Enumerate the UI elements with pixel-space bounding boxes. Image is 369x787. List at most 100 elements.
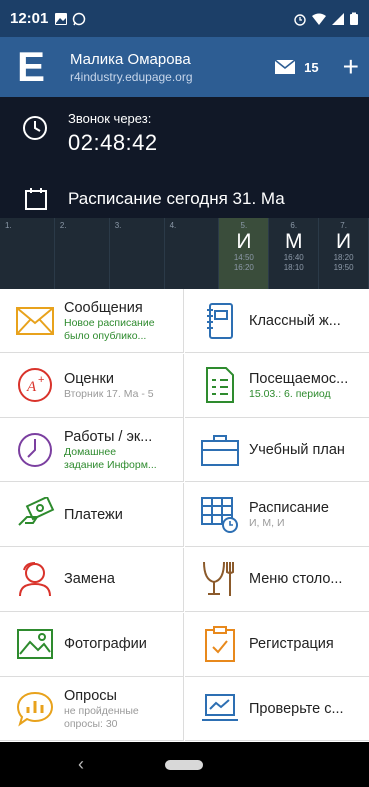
- tile-title: Расписание: [249, 500, 329, 517]
- tile-polls[interactable]: Опросы не пройденные опросы: 30: [0, 677, 184, 742]
- tile-homework[interactable]: Работы / эк... Домашнее задание Информ...: [0, 418, 184, 483]
- tile-photos[interactable]: Фотографии: [0, 612, 184, 677]
- tile-subtitle: было опублико...: [64, 329, 147, 342]
- tile-subtitle: Вторник 17. Ма - 5: [64, 387, 154, 400]
- whatsapp-icon: [73, 12, 86, 25]
- account-switcher[interactable]: Малика Омарова r4industry.edupage.org: [70, 51, 193, 84]
- tile-subtitle: не пройденные: [64, 704, 139, 717]
- slot-end-time: 18:10: [283, 263, 304, 272]
- clock-outline-icon: [14, 430, 56, 470]
- back-icon[interactable]: ‹: [78, 754, 84, 775]
- money-hand-icon: [14, 495, 56, 535]
- photo-icon: [14, 624, 56, 664]
- tile-registration[interactable]: Регистрация: [185, 613, 369, 677]
- tile-substitution[interactable]: Замена: [0, 547, 184, 612]
- tile-title: Сообщения: [64, 299, 143, 316]
- bell-countdown: 02:48:42: [68, 130, 158, 155]
- message-count-badge[interactable]: 15: [304, 60, 318, 75]
- tile-title: Проверьте с...: [249, 700, 344, 717]
- school-domain: r4industry.edupage.org: [70, 69, 193, 84]
- schedule-slot[interactable]: 4.: [165, 218, 220, 289]
- tile-messages[interactable]: Сообщения Новое расписание было опублико..…: [0, 289, 184, 353]
- slot-number: 3.: [114, 221, 122, 230]
- laptop-chart-icon: [199, 689, 241, 729]
- mail-icon[interactable]: [274, 59, 296, 75]
- slot-end-time: 16:20: [233, 263, 254, 272]
- schedule-slot[interactable]: 2.: [55, 218, 110, 289]
- tile-check[interactable]: Проверьте с...: [185, 677, 369, 742]
- schedule-slot[interactable]: 6. М 16:40 18:10: [269, 218, 320, 289]
- calendar-icon: [25, 188, 47, 210]
- slot-number: 6.: [290, 221, 298, 230]
- slot-number: 7.: [340, 221, 347, 230]
- schedule-timeline[interactable]: 1. 2. 3. 4. 5. И 14:50 16:20 6. М 16:40 18:10 7. И 18:…: [0, 218, 369, 289]
- tile-title: Замена: [64, 571, 115, 588]
- home-pill[interactable]: [165, 760, 203, 770]
- svg-text:+: +: [38, 374, 44, 386]
- bell-countdown-panel: Звонок через: 02:48:42: [0, 97, 369, 180]
- battery-icon: [350, 12, 358, 25]
- tile-subtitle: задание Информ...: [64, 458, 157, 471]
- tile-title: Классный ж...: [249, 312, 341, 329]
- tile-subtitle: Домашнее: [64, 445, 117, 458]
- slot-subject: И: [336, 230, 352, 253]
- app-bar: E Малика Омарова r4industry.edupage.org …: [0, 37, 369, 97]
- clipboard-check-icon: [199, 624, 241, 664]
- status-bar: 12:01: [0, 0, 369, 37]
- tile-subtitle: 15.03.: 6. период: [249, 387, 331, 400]
- wifi-icon: [312, 13, 326, 25]
- tile-title: Опросы: [64, 687, 117, 704]
- tile-subtitle: опросы: 30: [64, 717, 118, 730]
- slot-start-time: 14:50: [233, 253, 254, 262]
- image-icon: [55, 12, 68, 25]
- tile-title: Фотографии: [64, 636, 147, 652]
- user-name: Малика Омарова: [70, 50, 191, 68]
- tile-title: Регистрация: [249, 636, 334, 652]
- slot-number: 2.: [59, 221, 67, 230]
- timetable-icon: [199, 495, 241, 535]
- module-grid: Сообщения Новое расписание было опублико..…: [0, 289, 369, 742]
- tile-title: Посещаемос...: [249, 370, 349, 387]
- schedule-slot[interactable]: 7. И 18:20 19:50: [319, 218, 369, 289]
- navigation-bar: ‹: [0, 742, 369, 787]
- svg-text:A: A: [26, 379, 37, 395]
- person-swap-icon: [14, 559, 56, 599]
- tile-timetable[interactable]: Расписание И, М, И: [185, 483, 369, 548]
- schedule-slot[interactable]: 3.: [110, 218, 165, 289]
- tile-grades[interactable]: A + Оценки Вторник 17. Ма - 5: [0, 353, 184, 418]
- tile-subtitle: И, М, И: [249, 517, 285, 530]
- edupage-logo-icon[interactable]: E: [12, 46, 50, 88]
- bell-label: Звонок через:: [68, 111, 152, 126]
- slot-number: 5.: [240, 221, 248, 230]
- alarm-icon: [294, 13, 306, 26]
- slot-start-time: 16:40: [283, 253, 304, 262]
- tile-curriculum[interactable]: Учебный план: [185, 418, 369, 483]
- tile-class-book[interactable]: Классный ж...: [185, 289, 369, 353]
- grade-icon: A +: [14, 365, 56, 405]
- tile-subtitle: Новое расписание: [64, 316, 155, 329]
- signal-icon: [332, 12, 344, 25]
- tile-title: Меню столо...: [249, 571, 343, 588]
- attendance-icon: [199, 365, 241, 405]
- schedule-header[interactable]: Расписание сегодня 31. Ма: [0, 180, 369, 218]
- tile-payments[interactable]: Платежи: [0, 483, 184, 548]
- tile-title: Учебный план: [249, 441, 345, 458]
- slot-end-time: 19:50: [333, 263, 354, 272]
- clock-icon: [23, 116, 47, 140]
- tile-attendance[interactable]: Посещаемос... 15.03.: 6. период: [185, 354, 369, 418]
- add-icon[interactable]: +: [343, 53, 359, 81]
- slot-number: 4.: [169, 221, 177, 230]
- envelope-icon: [14, 301, 56, 341]
- tile-canteen[interactable]: Меню столо...: [185, 548, 369, 612]
- schedule-title: Расписание сегодня 31. Ма: [68, 189, 285, 208]
- status-time: 12:01: [10, 10, 49, 27]
- cutlery-icon: [199, 559, 241, 599]
- tile-title: Платежи: [64, 506, 123, 523]
- slot-number: 1.: [5, 221, 12, 230]
- slot-subject: И: [236, 230, 252, 253]
- slot-subject: М: [284, 230, 303, 253]
- tile-title: Оценки: [64, 370, 114, 387]
- slot-start-time: 18:20: [333, 253, 354, 262]
- schedule-slot[interactable]: 5. И 14:50 16:20: [219, 218, 270, 289]
- schedule-slot[interactable]: 1.: [0, 218, 55, 289]
